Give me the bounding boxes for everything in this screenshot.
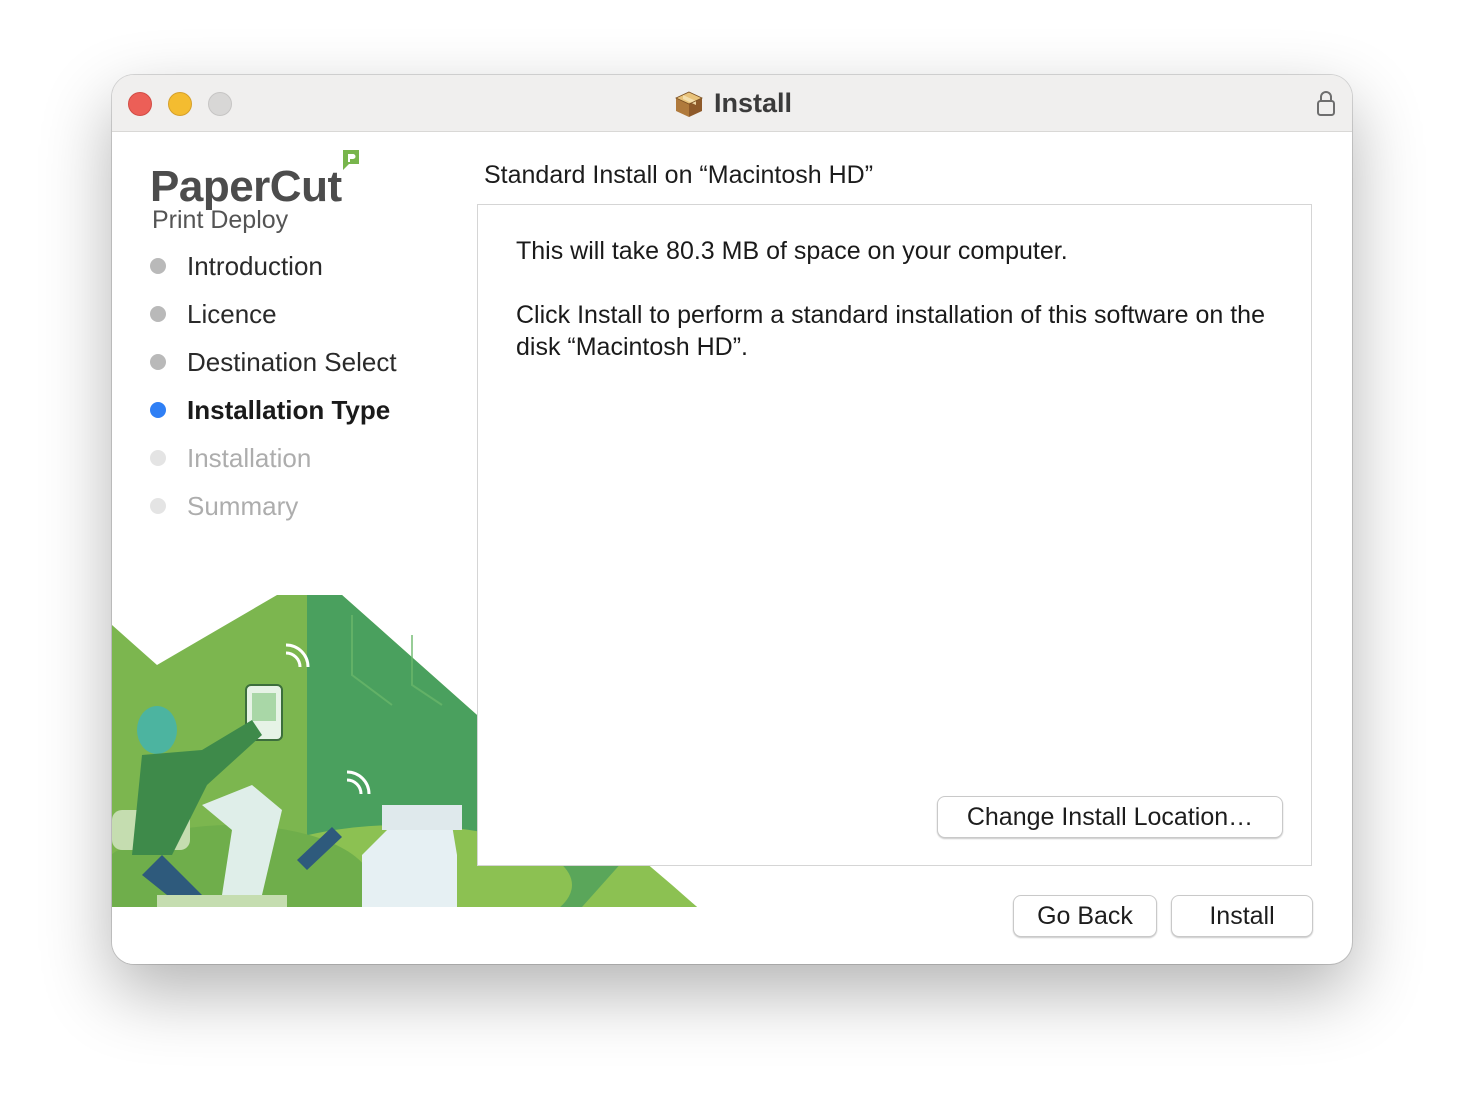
install-info-panel: This will take 80.3 MB of space on your … bbox=[477, 204, 1312, 866]
papercut-leaf-icon bbox=[343, 150, 359, 170]
install-button[interactable]: Install bbox=[1171, 895, 1313, 937]
go-back-button[interactable]: Go Back bbox=[1013, 895, 1157, 937]
step-label: Installation bbox=[187, 442, 312, 473]
step-dot bbox=[150, 498, 166, 514]
step-label: Destination Select bbox=[187, 346, 397, 377]
change-install-location-button[interactable]: Change Install Location… bbox=[937, 796, 1283, 838]
step-dot bbox=[150, 450, 166, 466]
space-required-text: This will take 80.3 MB of space on your … bbox=[516, 237, 1068, 265]
window-title: Install bbox=[713, 88, 793, 118]
step-licence: Licence bbox=[150, 290, 397, 338]
product-name: Print Deploy bbox=[152, 206, 289, 234]
step-introduction: Introduction bbox=[150, 242, 397, 290]
install-heading: Standard Install on “Macintosh HD” bbox=[484, 161, 874, 189]
step-dot bbox=[150, 306, 166, 322]
install-steps: Introduction Licence Destination Select … bbox=[150, 242, 397, 530]
brand-logo-text: PaperCut bbox=[150, 162, 342, 211]
step-dot-current bbox=[150, 402, 166, 418]
installer-window: Install PaperCut Print Deploy Introducti… bbox=[112, 75, 1352, 964]
step-destination-select: Destination Select bbox=[150, 338, 397, 386]
step-label: Licence bbox=[187, 298, 277, 329]
step-summary: Summary bbox=[150, 482, 397, 530]
window-title-group: Install bbox=[112, 75, 1352, 132]
step-installation: Installation bbox=[150, 434, 397, 482]
package-icon bbox=[675, 91, 703, 117]
step-installation-type: Installation Type bbox=[150, 386, 397, 434]
step-dot bbox=[150, 258, 166, 274]
step-label: Introduction bbox=[187, 250, 323, 281]
step-dot bbox=[150, 354, 166, 370]
step-label: Summary bbox=[187, 490, 299, 521]
step-label: Installation Type bbox=[187, 394, 391, 425]
install-instruction-text: Click Install to perform a standard inst… bbox=[516, 301, 1265, 361]
lock-icon[interactable] bbox=[1316, 89, 1336, 117]
title-bar[interactable]: Install bbox=[112, 75, 1352, 132]
